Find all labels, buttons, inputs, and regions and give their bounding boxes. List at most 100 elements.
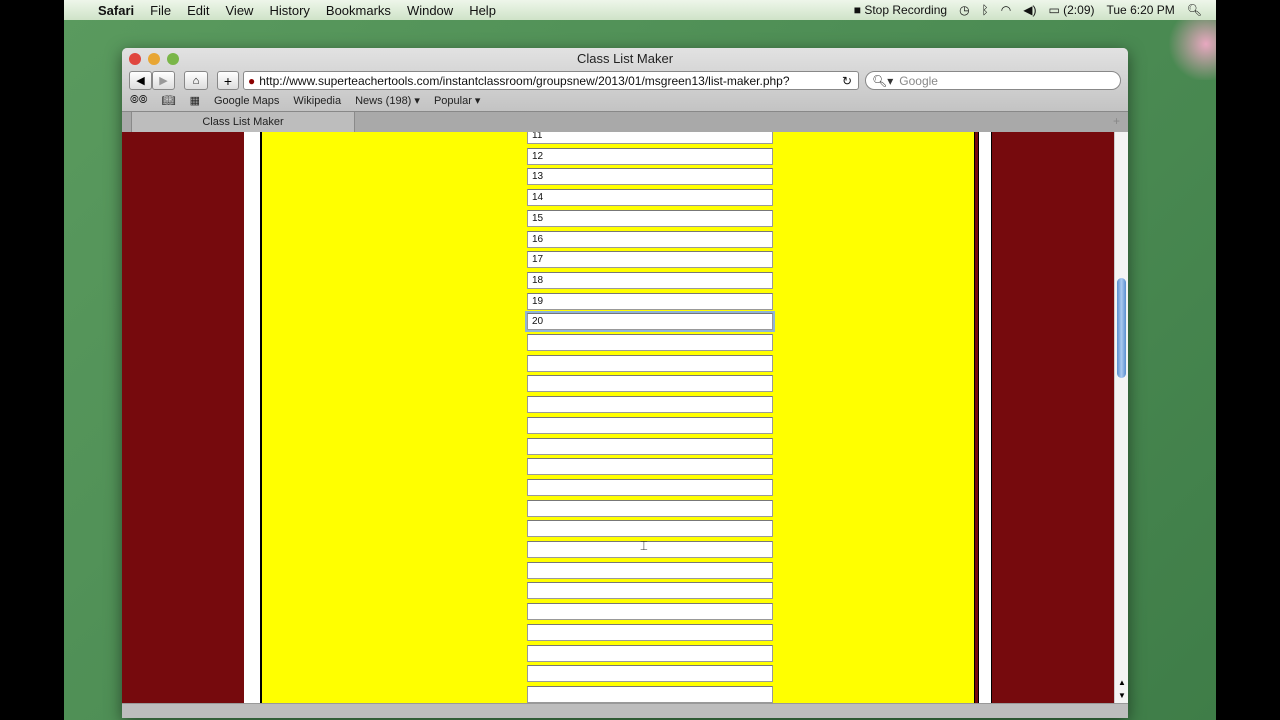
site-favicon: ● bbox=[248, 73, 256, 88]
top-sites-icon[interactable]: ▦ bbox=[190, 94, 200, 107]
tab-class-list-maker[interactable]: Class List Maker bbox=[131, 112, 355, 133]
name-row: Name #16:16 bbox=[262, 230, 975, 250]
name-input[interactable] bbox=[527, 561, 773, 579]
toolbar: Class List Maker ◀ ▶ ⌂ + ● http://www.su… bbox=[122, 48, 1128, 133]
time-machine-icon[interactable]: ◷ bbox=[959, 3, 969, 17]
bookmark-google-maps[interactable]: Google Maps bbox=[214, 95, 279, 107]
spotlight-icon[interactable]: 🔍︎ bbox=[1187, 3, 1202, 17]
tab-bar: Class List Maker + bbox=[122, 111, 1128, 133]
name-input[interactable]: 18 bbox=[527, 271, 773, 289]
name-row: Name #35: bbox=[262, 623, 975, 643]
name-row: Name #30: bbox=[262, 519, 975, 539]
name-row: Name #22: bbox=[262, 354, 975, 374]
name-input[interactable]: 11 bbox=[527, 132, 773, 144]
name-row: Name #15:15 bbox=[262, 209, 975, 229]
name-row: Name #37: bbox=[262, 664, 975, 684]
name-row: Name #25: bbox=[262, 416, 975, 436]
reload-icon[interactable]: ↻ bbox=[842, 74, 852, 88]
wifi-icon[interactable]: ◠ bbox=[1001, 3, 1011, 17]
name-row: Name #23: bbox=[262, 374, 975, 394]
reading-list-icon[interactable]: ⦾⦾ bbox=[130, 94, 148, 107]
name-input[interactable] bbox=[527, 478, 773, 496]
web-page: Name #11:11Name #12:12Name #13:13Name #1… bbox=[122, 132, 1114, 703]
name-input[interactable] bbox=[527, 334, 773, 351]
address-bar[interactable]: ● http://www.superteachertools.com/insta… bbox=[243, 71, 859, 90]
bookmark-wikipedia[interactable]: Wikipedia bbox=[293, 95, 341, 107]
name-row: Name #12:12 bbox=[262, 147, 975, 167]
name-row: Name #32: bbox=[262, 561, 975, 581]
name-row: Name #33: bbox=[262, 581, 975, 601]
name-row: Name #26: bbox=[262, 437, 975, 457]
name-input[interactable] bbox=[527, 499, 773, 517]
back-button[interactable]: ◀ bbox=[129, 71, 152, 90]
name-input[interactable]: 20 bbox=[527, 313, 773, 331]
name-row: Name #17:17 bbox=[262, 250, 975, 270]
bookmark-news[interactable]: News (198) ▾ bbox=[355, 94, 420, 107]
name-input[interactable] bbox=[527, 541, 773, 558]
battery-time: (2:09) bbox=[1063, 3, 1095, 17]
menu-bar: Safari File Edit View History Bookmarks … bbox=[64, 0, 1216, 20]
name-input[interactable] bbox=[527, 396, 773, 414]
name-row: Name #18:18 bbox=[262, 271, 975, 291]
menu-file[interactable]: File bbox=[142, 3, 179, 18]
menu-safari[interactable]: Safari bbox=[90, 3, 142, 18]
bookmark-popular[interactable]: Popular ▾ bbox=[434, 94, 481, 107]
vertical-scrollbar[interactable]: ▲ ▼ bbox=[1114, 132, 1128, 703]
scrollbar-thumb[interactable] bbox=[1117, 278, 1126, 378]
scroll-down-arrow[interactable]: ▼ bbox=[1118, 691, 1126, 700]
name-input[interactable]: 14 bbox=[527, 189, 773, 207]
name-row: Name #19:19 bbox=[262, 292, 975, 312]
url-text: http://www.superteachertools.com/instant… bbox=[259, 73, 790, 88]
name-row: Name #38: bbox=[262, 685, 975, 703]
search-field[interactable]: 🔍︎▾ Google bbox=[865, 71, 1121, 90]
name-input[interactable]: 16 bbox=[527, 230, 773, 248]
name-input[interactable] bbox=[527, 665, 773, 683]
name-input[interactable] bbox=[527, 603, 773, 621]
name-input[interactable] bbox=[527, 582, 773, 600]
name-input[interactable] bbox=[527, 416, 773, 434]
volume-icon[interactable]: ◀) bbox=[1023, 3, 1036, 17]
scroll-up-arrow[interactable]: ▲ bbox=[1118, 678, 1126, 687]
name-input[interactable]: 17 bbox=[527, 251, 773, 269]
home-button[interactable]: ⌂ bbox=[184, 71, 208, 90]
bluetooth-icon[interactable]: ᛒ bbox=[982, 3, 989, 17]
menu-help[interactable]: Help bbox=[461, 3, 504, 18]
name-row: Name #36: bbox=[262, 644, 975, 664]
page-right-border bbox=[978, 132, 992, 703]
menu-edit[interactable]: Edit bbox=[179, 3, 217, 18]
stop-recording-label: Stop Recording bbox=[864, 3, 948, 17]
name-row: Name #24: bbox=[262, 395, 975, 415]
new-tab-button[interactable]: + bbox=[1113, 114, 1120, 128]
name-row: Name #27: bbox=[262, 457, 975, 477]
menu-history[interactable]: History bbox=[261, 3, 317, 18]
name-input[interactable] bbox=[527, 458, 773, 476]
name-row: Name #14:14 bbox=[262, 188, 975, 208]
stop-recording-button[interactable]: ■ Stop Recording bbox=[854, 3, 947, 17]
name-row: Name #13:13 bbox=[262, 167, 975, 187]
name-row: Name #29: bbox=[262, 499, 975, 519]
add-bookmark-button[interactable]: + bbox=[217, 71, 239, 90]
name-input[interactable] bbox=[527, 644, 773, 662]
name-input[interactable]: 15 bbox=[527, 209, 773, 227]
clock[interactable]: Tue 6:20 PM bbox=[1107, 3, 1175, 17]
desktop-flower bbox=[1166, 20, 1216, 80]
name-input[interactable] bbox=[527, 437, 773, 455]
forward-button[interactable]: ▶ bbox=[152, 71, 175, 90]
name-input[interactable]: 19 bbox=[527, 292, 773, 310]
menu-window[interactable]: Window bbox=[399, 3, 461, 18]
search-icon: 🔍︎▾ bbox=[872, 73, 894, 88]
name-row: Name #20:20 bbox=[262, 312, 975, 332]
name-row: Name #11:11 bbox=[262, 132, 975, 146]
name-input[interactable] bbox=[527, 520, 773, 538]
menu-bookmarks[interactable]: Bookmarks bbox=[318, 3, 399, 18]
name-input[interactable] bbox=[527, 375, 773, 393]
name-input[interactable] bbox=[527, 623, 773, 641]
battery-status[interactable]: ▭ (2:09) bbox=[1048, 3, 1094, 17]
name-input[interactable]: 12 bbox=[527, 147, 773, 165]
name-input[interactable] bbox=[527, 354, 773, 372]
name-input[interactable] bbox=[527, 685, 773, 703]
bookmarks-book-icon[interactable]: 📖︎ bbox=[162, 94, 176, 107]
name-row: Name #21: bbox=[262, 333, 975, 353]
name-input[interactable]: 13 bbox=[527, 168, 773, 186]
menu-view[interactable]: View bbox=[218, 3, 262, 18]
